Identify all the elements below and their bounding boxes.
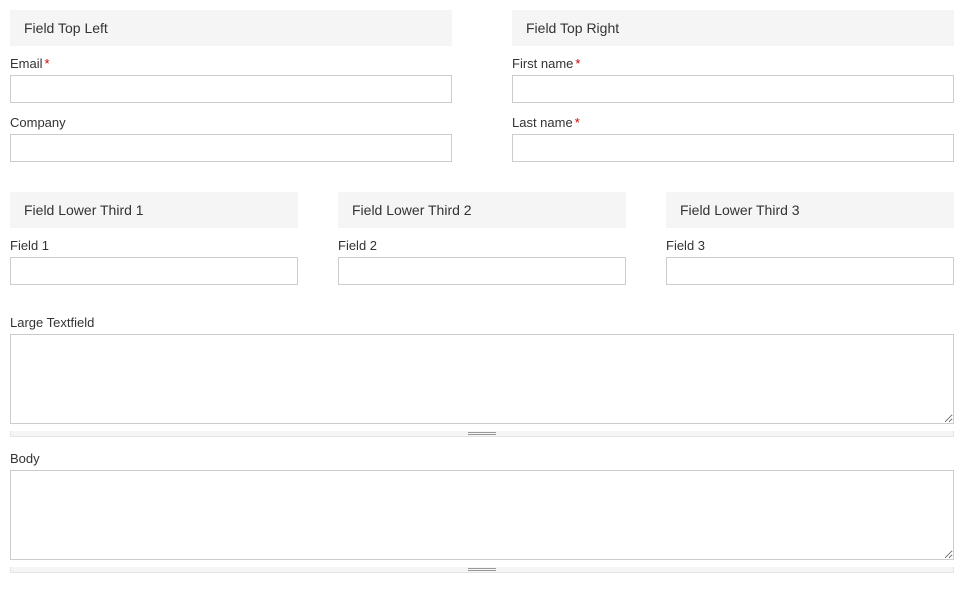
field-1-input[interactable] — [10, 257, 298, 285]
last-name-label: Last name* — [512, 115, 954, 130]
large-textfield-label: Large Textfield — [10, 315, 954, 330]
section-header-lower-2: Field Lower Third 2 — [338, 192, 626, 228]
body-textarea[interactable] — [10, 470, 954, 560]
resize-grip[interactable] — [10, 431, 954, 437]
section-header-lower-3: Field Lower Third 3 — [666, 192, 954, 228]
required-marker: * — [575, 56, 580, 71]
company-label: Company — [10, 115, 452, 130]
first-name-field[interactable] — [512, 75, 954, 103]
field-3-input[interactable] — [666, 257, 954, 285]
first-name-label: First name* — [512, 56, 954, 71]
last-name-field[interactable] — [512, 134, 954, 162]
section-header-lower-1: Field Lower Third 1 — [10, 192, 298, 228]
section-header-top-left: Field Top Left — [10, 10, 452, 46]
field-2-input[interactable] — [338, 257, 626, 285]
email-field[interactable] — [10, 75, 452, 103]
required-marker: * — [575, 115, 580, 130]
field-1-label: Field 1 — [10, 238, 298, 253]
grip-lines-icon — [468, 432, 496, 435]
email-label: Email* — [10, 56, 452, 71]
required-marker: * — [45, 56, 50, 71]
section-header-top-right: Field Top Right — [512, 10, 954, 46]
field-2-label: Field 2 — [338, 238, 626, 253]
large-textfield[interactable] — [10, 334, 954, 424]
resize-grip[interactable] — [10, 567, 954, 573]
body-label: Body — [10, 451, 954, 466]
grip-lines-icon — [468, 568, 496, 571]
company-field[interactable] — [10, 134, 452, 162]
field-3-label: Field 3 — [666, 238, 954, 253]
